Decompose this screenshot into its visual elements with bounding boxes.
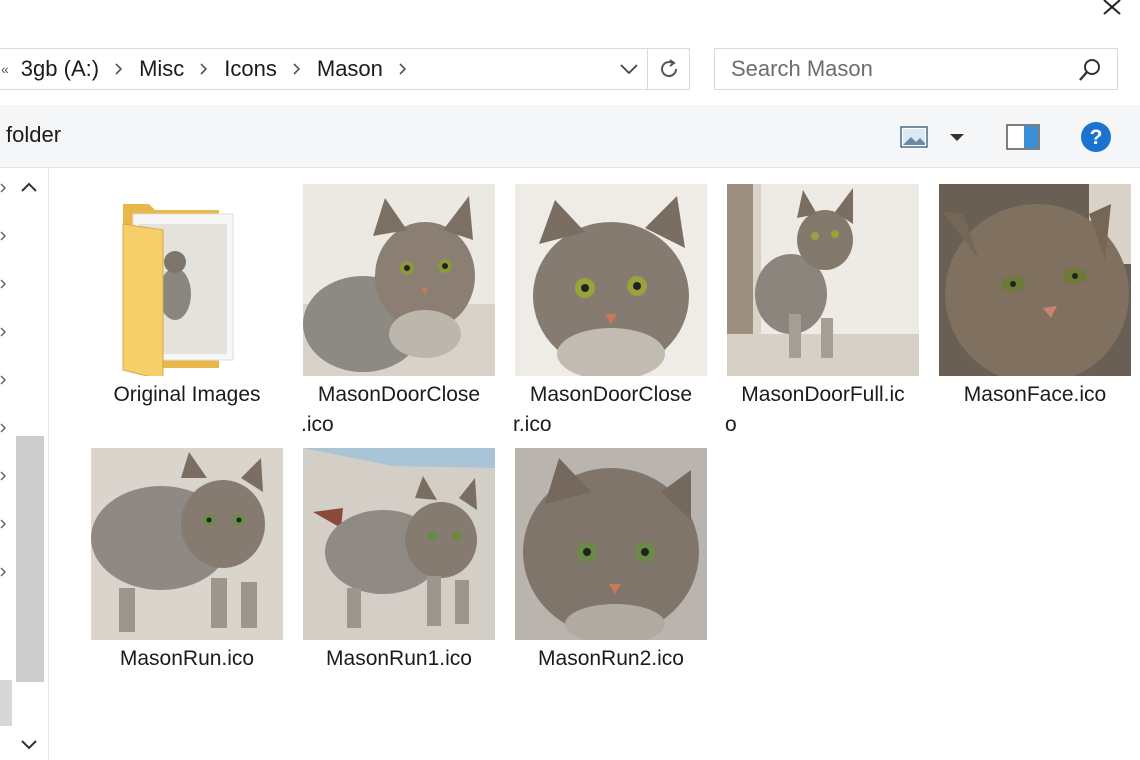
scroll-down-button[interactable] xyxy=(14,730,44,760)
view-options-icon[interactable] xyxy=(900,125,928,149)
file-name: MasonFace.ico xyxy=(963,383,1107,406)
new-folder-button[interactable]: folder xyxy=(6,122,61,148)
expand-arrow-icon[interactable] xyxy=(0,566,8,578)
cat-thumbnail-image xyxy=(303,184,495,376)
file-name: MasonRun1.ico xyxy=(326,647,472,670)
file-name: MasonDoorClose r.ico xyxy=(513,383,693,436)
cat-thumbnail-image xyxy=(939,184,1131,376)
breadcrumb: « 3gb (A:) Misc Icons Mason xyxy=(0,49,423,89)
chevron-right-icon[interactable] xyxy=(293,63,301,75)
preview-pane-icon[interactable] xyxy=(1006,124,1040,150)
search-box xyxy=(714,48,1118,90)
address-bar[interactable]: « 3gb (A:) Misc Icons Mason xyxy=(0,48,690,90)
file-name: MasonDoorClose .ico xyxy=(301,383,481,436)
navigation-tree-expanders xyxy=(0,168,10,760)
file-name: MasonRun.ico xyxy=(119,647,255,670)
expand-arrow-icon[interactable] xyxy=(0,374,8,386)
search-input[interactable] xyxy=(715,49,1081,89)
scrollbar-thumb[interactable] xyxy=(16,436,44,682)
expand-arrow-icon[interactable] xyxy=(0,422,8,434)
navigation-pane[interactable] xyxy=(0,168,49,760)
scroll-up-button[interactable] xyxy=(14,172,44,202)
file-name: MasonDoorFull.ic o xyxy=(725,383,905,436)
refresh-button[interactable] xyxy=(647,49,690,89)
cat-thumbnail-image xyxy=(91,448,283,640)
selected-nav-item[interactable] xyxy=(0,680,12,726)
command-bar: folder ? xyxy=(0,105,1140,168)
caret-down-icon[interactable] xyxy=(944,125,970,149)
cat-thumbnail-image xyxy=(515,184,707,376)
chevron-down-icon xyxy=(620,64,638,74)
breadcrumb-overflow-icon[interactable]: « xyxy=(1,61,9,77)
chevron-right-icon[interactable] xyxy=(115,63,123,75)
expand-arrow-icon[interactable] xyxy=(0,326,8,338)
cat-thumbnail-image xyxy=(515,448,707,640)
breadcrumb-drive[interactable]: 3gb (A:) xyxy=(21,56,99,82)
expand-arrow-icon[interactable] xyxy=(0,518,8,530)
chevron-right-icon[interactable] xyxy=(399,63,407,75)
folder-icon xyxy=(91,184,283,376)
breadcrumb-icons[interactable]: Icons xyxy=(224,56,277,82)
expand-arrow-icon[interactable] xyxy=(0,182,8,194)
file-name: MasonRun2.ico xyxy=(538,647,684,670)
chevron-down-icon xyxy=(21,740,37,750)
expand-arrow-icon[interactable] xyxy=(0,278,8,290)
expand-arrow-icon[interactable] xyxy=(0,470,8,482)
expand-arrow-icon[interactable] xyxy=(0,230,8,242)
refresh-icon xyxy=(661,59,678,78)
search-icon[interactable] xyxy=(1077,57,1103,83)
cat-thumbnail-image xyxy=(303,448,495,640)
svg-text:?: ? xyxy=(1090,126,1103,149)
breadcrumb-misc[interactable]: Misc xyxy=(139,56,184,82)
file-list: Original Images MasonDoorClose .ico Maso… xyxy=(49,168,1140,760)
close-icon[interactable] xyxy=(1098,0,1126,18)
chevron-up-icon xyxy=(21,182,37,192)
chevron-right-icon[interactable] xyxy=(200,63,208,75)
help-icon[interactable]: ? xyxy=(1080,121,1112,153)
cat-thumbnail-image xyxy=(727,184,919,376)
address-history-button[interactable] xyxy=(613,49,645,89)
file-name: Original Images xyxy=(113,383,261,406)
breadcrumb-mason[interactable]: Mason xyxy=(317,56,383,82)
navigation-scrollbar[interactable] xyxy=(14,168,44,760)
